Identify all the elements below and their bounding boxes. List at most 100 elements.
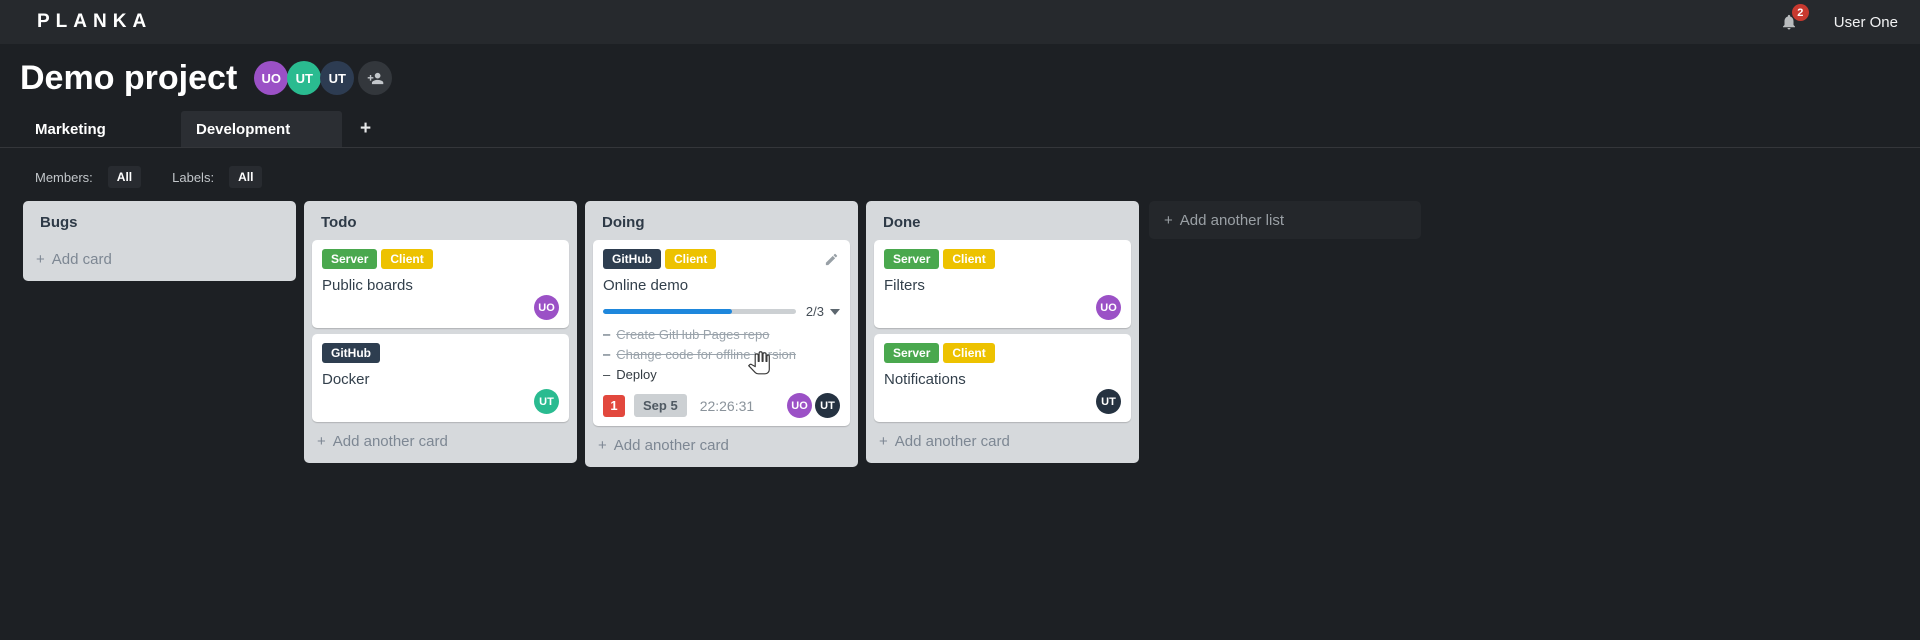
notifications-button[interactable]: 2	[1780, 4, 1809, 31]
list-name[interactable]: Doing	[585, 201, 858, 240]
label-client[interactable]: Client	[381, 249, 433, 269]
plus-icon: +	[317, 433, 326, 450]
label-server[interactable]: Server	[884, 249, 940, 269]
task-item[interactable]: – Deploy	[603, 364, 840, 384]
add-card-button[interactable]: + Add another card	[866, 422, 1139, 463]
notification-count-badge: 2	[1791, 4, 1809, 21]
card-member-avatar[interactable]: UO	[534, 295, 559, 320]
task-list: – Create GitHub Pages repo – Change code fo…	[603, 324, 840, 384]
task-dash: –	[603, 326, 611, 342]
progress-label: 2/3	[805, 304, 824, 319]
label-github[interactable]: GitHub	[603, 249, 661, 269]
label-client[interactable]: Client	[943, 249, 995, 269]
add-card-button[interactable]: + Add another card	[304, 422, 577, 463]
card[interactable]: Server Client Public boards UO	[312, 240, 569, 328]
labels-row: Server Client	[884, 249, 1121, 269]
kanban-board: Bugs + Add card Todo Server Client Public boar…	[0, 188, 1920, 467]
card-members: UT	[884, 389, 1121, 414]
add-card-label: Add card	[51, 251, 112, 268]
edit-card-button[interactable]	[824, 252, 839, 272]
tab-development[interactable]: Development	[181, 111, 342, 147]
list-doing: Doing GitHub Client Online demo 2/3– Create G…	[585, 201, 858, 467]
label-server[interactable]: Server	[322, 249, 378, 269]
card-members: UO	[884, 295, 1121, 320]
member-avatar[interactable]: UO	[254, 61, 289, 95]
add-list-button[interactable]: + Add another list	[1149, 201, 1421, 239]
list-group: Bugs + Add card Todo Server Client Public boar…	[23, 201, 1139, 467]
project-title[interactable]: Demo project	[20, 57, 237, 99]
card-badges-row: 1 Sep 5 22:26:31 UO UT	[603, 393, 840, 418]
card-title: Docker	[322, 371, 370, 388]
card-title: Notifications	[884, 371, 966, 388]
planka-logo[interactable]: PLANKA	[37, 11, 152, 33]
add-card-button[interactable]: + Add card	[23, 240, 296, 281]
card-member-avatar[interactable]: UT	[1096, 389, 1121, 414]
card-member-avatar[interactable]: UO	[1096, 295, 1121, 320]
card[interactable]: GitHub Client Online demo 2/3– Create GitHub…	[593, 240, 850, 426]
list-name[interactable]: Todo	[304, 201, 577, 240]
card[interactable]: GitHub Docker UT	[312, 334, 569, 422]
add-card-label: Add another card	[332, 433, 448, 450]
chevron-down-icon[interactable]	[830, 308, 840, 315]
filter-bar: Members: All Labels: All	[0, 148, 1920, 188]
card-member-avatar[interactable]: UT	[815, 393, 840, 418]
label-server[interactable]: Server	[884, 343, 940, 363]
list-todo: Todo Server Client Public boards UO GitHub Doc…	[304, 201, 577, 463]
plus-icon: +	[879, 433, 888, 450]
progress-bar-track	[603, 309, 796, 314]
labels-row: GitHub Client	[603, 249, 840, 269]
card-title: Filters	[884, 277, 925, 294]
task-text: Create GitHub Pages repo	[616, 326, 770, 342]
card-member-avatar[interactable]: UT	[534, 389, 559, 414]
list-name[interactable]: Done	[866, 201, 1139, 240]
card-members: UT	[322, 389, 559, 414]
labels-filter-label: Labels:	[172, 169, 215, 185]
card-title: Online demo	[603, 277, 689, 294]
task-dash: –	[603, 366, 611, 382]
list-bugs: Bugs + Add card	[23, 201, 296, 281]
members-filter-value[interactable]: All	[107, 166, 142, 188]
member-avatar[interactable]: UT	[287, 61, 322, 95]
label-client[interactable]: Client	[665, 249, 717, 269]
labels-row: Server Client	[884, 343, 1121, 363]
task-item[interactable]: – Create GitHub Pages repo	[603, 324, 840, 344]
label-client[interactable]: Client	[943, 343, 995, 363]
task-text: Change code for offline version	[616, 346, 796, 362]
tab-marketing[interactable]: Marketing	[20, 111, 181, 147]
list-name[interactable]: Bugs	[23, 201, 296, 240]
cards-container: Server Client Public boards UO GitHub Docker U…	[304, 240, 577, 422]
project-header: Demo project UO UT UT	[0, 44, 1920, 99]
pencil-icon	[825, 253, 838, 266]
task-text: Deploy	[616, 366, 657, 382]
add-card-label: Add another card	[613, 437, 729, 454]
add-card-label: Add another card	[894, 433, 1010, 450]
members-filter-label: Members:	[35, 169, 93, 185]
board-tabs: Marketing Development +	[0, 111, 1920, 148]
top-bar: PLANKA 2 User One	[0, 0, 1920, 44]
progress-bar-fill	[603, 309, 732, 314]
task-dash: –	[603, 346, 611, 362]
plus-icon: +	[598, 437, 607, 454]
labels-row: GitHub	[322, 343, 559, 363]
labels-filter-value[interactable]: All	[229, 166, 263, 188]
user-menu[interactable]: User One	[1834, 14, 1898, 31]
add-board-button[interactable]: +	[354, 111, 377, 147]
add-card-button[interactable]: + Add another card	[585, 426, 858, 467]
member-avatar[interactable]: UT	[320, 61, 355, 95]
cards-container: GitHub Client Online demo 2/3– Create GitHub…	[585, 240, 858, 426]
card-member-avatar[interactable]: UO	[787, 393, 812, 418]
plus-icon: +	[36, 251, 45, 268]
project-members: UO UT UT	[254, 61, 393, 95]
card[interactable]: Server Client Filters UO	[874, 240, 1131, 328]
list-done: Done Server Client Filters UO Server Client Not…	[866, 201, 1139, 463]
add-member-button[interactable]	[358, 61, 393, 95]
due-date-badge[interactable]: Sep 5	[634, 394, 687, 417]
card[interactable]: Server Client Notifications UT	[874, 334, 1131, 422]
timer-badge[interactable]: 22:26:31	[700, 398, 755, 414]
labels-row: Server Client	[322, 249, 559, 269]
card-notification-badge: 1	[603, 394, 625, 417]
person-add-icon	[367, 72, 384, 84]
task-item[interactable]: – Change code for offline version	[603, 344, 840, 364]
label-github[interactable]: GitHub	[322, 343, 380, 363]
checklist-progress: 2/3	[603, 304, 840, 319]
